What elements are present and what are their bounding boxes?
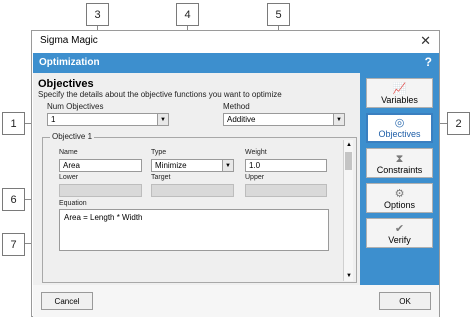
section-title: Optimization [39,57,100,68]
weight-label: Weight [245,149,267,156]
window-title: Sigma Magic [40,35,98,46]
dialog-footer: Cancel OK [33,285,439,317]
method-label: Method [223,102,250,111]
num-objectives-label: Num Objectives [47,102,104,111]
objective-frame-label: Objective 1 [50,132,95,141]
scroll-down-icon[interactable]: ▼ [344,271,354,281]
hourglass-icon: ⧗ [395,153,404,165]
ok-button[interactable]: OK [379,292,431,310]
sidebar: 📈 Variables ◎ Objectives ⧗ Constraints ⚙… [360,73,439,285]
callout-4: 4 [176,3,199,26]
sidebar-item-variables[interactable]: 📈 Variables [366,78,433,108]
type-value: Minimize [155,161,187,170]
method-dropdown[interactable]: Additive ▼ [223,113,345,126]
upper-label: Upper [245,174,265,181]
target-icon: ◎ [394,117,405,129]
num-objectives-value: 1 [51,115,56,124]
sidebar-item-label: Constraints [376,165,423,175]
callout-6: 6 [2,188,25,211]
callout-2: 2 [447,112,470,135]
scroll-up-icon[interactable]: ▲ [344,140,354,150]
sidebar-item-label: Objectives [378,129,421,139]
sidebar-item-options[interactable]: ⚙ Options [366,183,433,213]
line-chart-icon: 📈 [392,83,407,95]
upper-field [245,184,327,197]
gear-icon: ⚙ [394,188,405,200]
sidebar-item-label: Variables [381,95,418,105]
target-field [151,184,234,197]
sidebar-item-constraints[interactable]: ⧗ Constraints [366,148,433,178]
title-bar: Sigma Magic ✕ [32,31,439,51]
objective-scrollbar[interactable]: ▲ ▼ [343,140,353,281]
method-value: Additive [227,115,256,124]
sidebar-item-objectives[interactable]: ◎ Objectives [366,113,433,143]
target-label: Target [151,174,171,181]
equation-label: Equation [59,200,87,207]
check-icon: ✔ [394,223,405,235]
page-title: Objectives [38,78,94,90]
callout-7: 7 [2,233,25,256]
scroll-thumb[interactable] [345,152,352,170]
sidebar-item-verify[interactable]: ✔ Verify [366,218,433,248]
lower-label: Lower [59,174,79,181]
type-label: Type [151,149,167,156]
weight-field[interactable]: 1.0 [245,159,327,172]
callout-5: 5 [267,3,290,26]
cancel-button[interactable]: Cancel [41,292,93,310]
objectives-panel: Objectives Specify the details about the… [33,73,360,285]
section-header: Optimization ? [33,53,439,73]
lower-field [59,184,142,197]
callout-1: 1 [2,112,25,135]
chevron-down-icon[interactable]: ▼ [222,160,233,171]
name-label: Name [59,149,78,156]
chevron-down-icon[interactable]: ▼ [333,114,344,125]
sigma-magic-dialog: Sigma Magic ✕ Optimization ? Objectives … [31,30,440,317]
sidebar-item-label: Verify [388,235,411,245]
sidebar-item-label: Options [383,200,416,210]
num-objectives-dropdown[interactable]: 1 ▼ [47,113,169,126]
type-dropdown[interactable]: Minimize ▼ [151,159,234,172]
chevron-down-icon[interactable]: ▼ [157,114,168,125]
screenshot-stage: Sigma Magic ✕ Optimization ? Objectives … [0,0,474,319]
page-description: Specify the details about the objective … [38,90,282,99]
callout-3: 3 [86,3,109,26]
help-icon[interactable]: ? [425,55,432,69]
name-field[interactable]: Area [59,159,142,172]
close-icon[interactable]: ✕ [420,33,431,49]
equation-field[interactable]: Area = Length * Width [59,209,329,251]
